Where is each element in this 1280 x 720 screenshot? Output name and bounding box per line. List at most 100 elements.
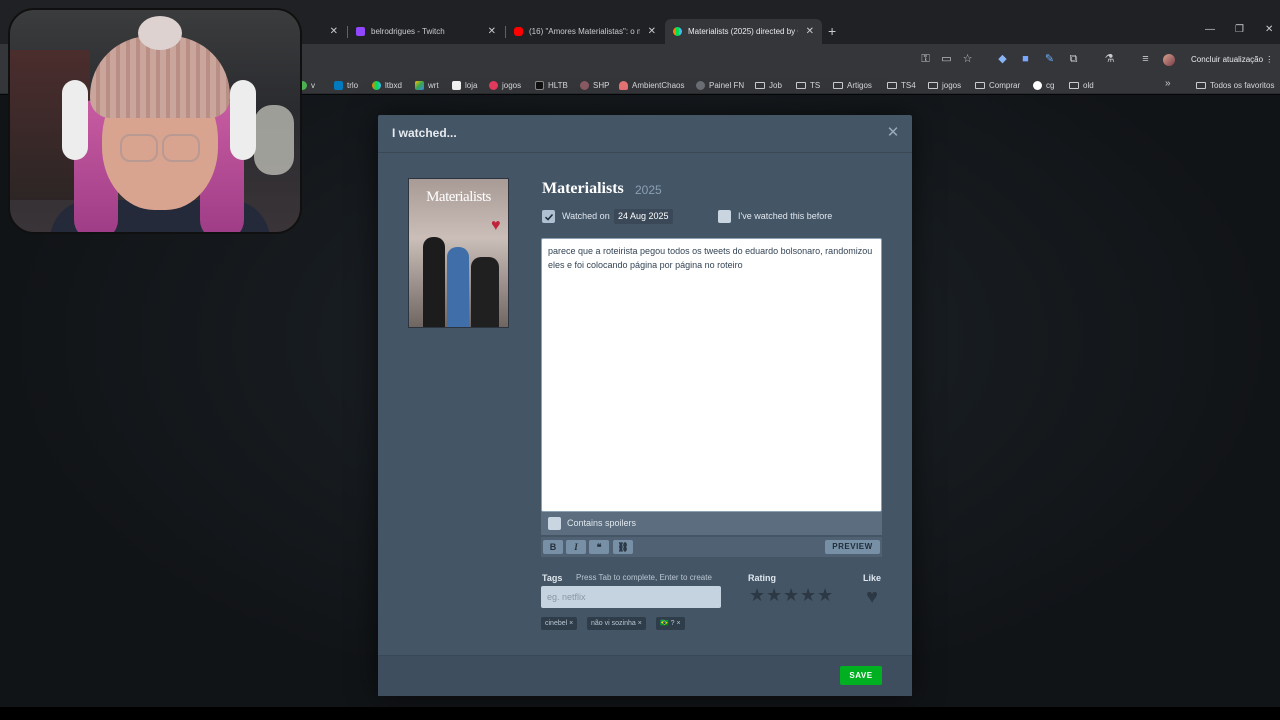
film-poster[interactable]: Materialists ♥ <box>408 178 509 328</box>
letterboxd-icon <box>372 80 381 90</box>
install-app-icon[interactable]: ▭ <box>940 53 953 66</box>
bookmark-item[interactable]: AmbientChaos <box>619 79 684 91</box>
bookmark-label: old <box>1083 80 1094 90</box>
bold-button[interactable]: B <box>543 540 563 554</box>
bookmark-item[interactable]: Painel FN <box>696 79 744 91</box>
tab-youtube[interactable]: (16) "Amores Materialistas": o m ✕ <box>506 19 664 44</box>
update-button[interactable]: Concluir atualização ⋮ <box>1186 52 1278 68</box>
review-textarea[interactable]: parece que a roteirista pegou todos os t… <box>541 238 882 512</box>
update-label: Concluir atualização <box>1191 55 1264 64</box>
bookmark-label: AmbientChaos <box>632 80 685 90</box>
amazon-icon <box>452 80 461 90</box>
bookmark-folder[interactable]: TS4 <box>887 79 916 91</box>
bookmark-favicon-icon <box>580 80 589 90</box>
bookmark-label: wrt <box>428 80 439 90</box>
webcam-headphones <box>62 80 88 160</box>
bookmark-folder[interactable]: Job <box>755 79 782 91</box>
more-bookmarks-icon[interactable]: » <box>1165 78 1171 89</box>
folder-icon <box>928 81 938 89</box>
bookmark-item[interactable]: HLTB <box>535 79 568 91</box>
poster-figure <box>447 247 469 327</box>
bookmark-star-icon[interactable]: ☆ <box>961 53 974 66</box>
restore-icon[interactable]: ❐ <box>1235 24 1244 35</box>
folder-icon <box>833 81 843 89</box>
close-window-icon[interactable]: ✕ <box>1265 24 1273 35</box>
folder-icon <box>975 81 985 89</box>
bookmark-label: TS <box>810 80 821 90</box>
bookmark-item[interactable]: cg <box>1033 79 1054 91</box>
profile-avatar[interactable] <box>1163 54 1175 66</box>
minimize-icon[interactable]: — <box>1205 24 1215 35</box>
webcam-overlay <box>8 8 302 234</box>
modal-header: I watched... ✕ <box>378 115 912 153</box>
quote-button[interactable]: ❝ <box>589 540 609 554</box>
bookmark-item[interactable]: loja <box>452 79 477 91</box>
bookmark-label: HLTB <box>548 80 568 90</box>
contains-spoilers-checkbox[interactable] <box>548 517 561 530</box>
star-icon[interactable]: ★ <box>749 586 765 604</box>
bookmark-folder[interactable]: Comprar <box>975 79 1020 91</box>
like-heart-icon[interactable]: ♥ <box>861 587 883 607</box>
star-icon[interactable]: ★ <box>766 586 782 604</box>
bookmark-item[interactable]: jogos <box>489 79 521 91</box>
extension-icon[interactable]: ◆ <box>996 53 1009 66</box>
bookmark-label: ltbxd <box>385 80 402 90</box>
poster-figure <box>423 237 445 327</box>
bookmark-label: v <box>311 80 315 90</box>
preview-button[interactable]: PREVIEW <box>825 540 880 554</box>
bookmark-item[interactable]: SHP <box>580 79 609 91</box>
bookmark-label: Todos os favoritos <box>1210 80 1275 90</box>
extensions-puzzle-icon[interactable]: ⧉ <box>1067 53 1080 66</box>
film-year[interactable]: 2025 <box>635 183 662 197</box>
spoiler-bar: Contains spoilers <box>541 512 882 535</box>
rating-stars[interactable]: ★ ★ ★ ★ ★ <box>749 586 833 604</box>
translate-extension-icon[interactable]: ✎ <box>1043 53 1056 66</box>
bookmark-item[interactable]: ltbxd <box>372 79 402 91</box>
extension-icon[interactable]: ■ <box>1019 53 1032 66</box>
hltb-icon <box>535 80 544 90</box>
close-tab-icon[interactable]: ✕ <box>330 26 338 37</box>
tag-chip[interactable]: cinebel × <box>541 617 578 630</box>
bookmark-item[interactable]: wrt <box>415 79 439 91</box>
bookmark-label: cg <box>1046 80 1055 90</box>
link-button[interactable]: ⛓ <box>613 540 633 554</box>
italic-button[interactable]: I <box>566 540 586 554</box>
close-tab-icon[interactable]: ✕ <box>488 26 496 37</box>
bookmark-folder[interactable]: TS <box>796 79 820 91</box>
tag-chip[interactable]: não vi sozinha × <box>587 617 646 630</box>
tags-input[interactable] <box>541 586 721 608</box>
star-icon[interactable]: ★ <box>817 586 833 604</box>
close-icon[interactable]: ✕ <box>886 125 900 140</box>
bookmark-label: jogos <box>502 80 522 90</box>
folder-icon <box>887 81 897 89</box>
bottom-strip <box>0 707 1280 720</box>
bookmark-item[interactable]: trlo <box>334 79 358 91</box>
tab-twitch[interactable]: belrodrigues - Twitch ✕ <box>348 19 504 44</box>
watched-before-checkbox[interactable] <box>718 210 731 223</box>
star-icon[interactable]: ★ <box>783 586 799 604</box>
star-icon[interactable]: ★ <box>800 586 816 604</box>
webcam-glasses <box>162 134 200 162</box>
watched-on-checkbox[interactable] <box>542 210 555 223</box>
tab-title: (16) "Amores Materialistas": o m <box>529 27 640 36</box>
poster-title: Materialists <box>426 189 491 205</box>
folder-icon <box>1069 81 1079 89</box>
webcam-skull-decor <box>254 105 294 175</box>
new-tab-button[interactable]: + <box>828 24 836 38</box>
save-button[interactable]: SAVE <box>840 666 882 685</box>
labs-icon[interactable]: ⚗ <box>1103 53 1116 66</box>
tab-search-icon[interactable]: ≡ <box>1139 53 1152 66</box>
tab-letterboxd[interactable]: Materialists (2025) directed by C ✕ <box>665 19 822 44</box>
bookmark-folder[interactable]: Artigos <box>833 79 872 91</box>
watched-on-label: Watched on <box>562 211 610 221</box>
format-toolbar: B I ❝ ⛓ PREVIEW <box>541 537 882 557</box>
password-key-icon[interactable]: ⚿ <box>919 53 932 66</box>
close-tab-icon[interactable]: ✕ <box>806 26 814 37</box>
all-bookmarks-folder[interactable]: Todos os favoritos <box>1196 79 1274 91</box>
tag-chip[interactable]: 🇧🇷 ? × <box>656 617 685 630</box>
bookmark-folder[interactable]: jogos <box>928 79 961 91</box>
close-tab-icon[interactable]: ✕ <box>648 26 656 37</box>
watched-date-picker[interactable]: 24 Aug 2025 <box>614 209 673 224</box>
bookmark-folder[interactable]: old <box>1069 79 1094 91</box>
webcam-pompom <box>138 16 182 50</box>
